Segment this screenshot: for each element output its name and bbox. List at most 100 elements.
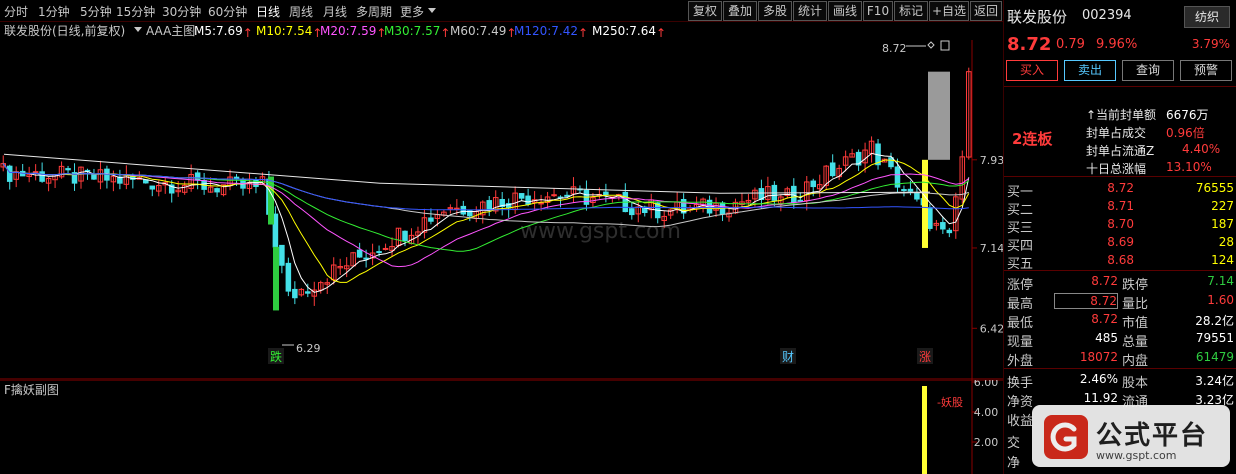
price-change: 0.79 — [1056, 37, 1085, 52]
candle-body — [32, 171, 39, 174]
price-tick-label: 6.42 — [980, 322, 1003, 335]
bid-volume: 28 — [1218, 235, 1234, 249]
tab-more[interactable]: 更多 — [400, 4, 424, 20]
sell-button[interactable]: 卖出 — [1064, 60, 1116, 81]
sector-badge[interactable]: 纺织 — [1184, 6, 1230, 28]
brand-watermark: 公式平台 www.gspt.com — [1032, 405, 1230, 467]
price-tick-label: 7.93 — [980, 154, 1003, 167]
candle-body — [376, 251, 382, 254]
candle-body — [518, 193, 525, 199]
stock-code: 002394 — [1082, 8, 1132, 23]
subchart-background — [0, 380, 1003, 474]
bid-price: 8.68 — [1107, 253, 1134, 267]
limit-up-bar — [922, 159, 928, 248]
footer-label-2: 净 — [1007, 456, 1021, 471]
bid-price: 8.69 — [1107, 235, 1134, 249]
ma-value-4: M60:7.49 ↑ — [450, 24, 517, 40]
indicator-info-line: 联发股份(日线,前复权) AAA主图 M5:7.69 ↑ M10:7.54 ↑ M20:… — [0, 22, 972, 40]
quote-panel: 联发股份 002394 纺织 8.72 0.79 9.96% 3.79% 买入 … — [1003, 0, 1236, 474]
high-marker-label: 8.72 — [882, 42, 907, 55]
stat-value: 7.14 — [1207, 274, 1234, 288]
bid-volume: 227 — [1211, 199, 1234, 213]
ma-value-1: M10:7.54 ↑ — [256, 24, 323, 40]
candle-body — [279, 244, 285, 266]
price-tick-label: 7.14 — [980, 242, 1003, 255]
board-tag: 2连板 — [1012, 130, 1053, 148]
bid-price: 8.70 — [1107, 217, 1134, 231]
bid-price: 8.72 — [1107, 181, 1134, 195]
ma-value-3: M30:7.57 ↑ — [384, 24, 451, 40]
kline-chart[interactable]: 7.937.146.42www.gspt.com 8.726.29跌财涨 — [0, 40, 1003, 380]
footer-label-1: 交 — [1007, 436, 1021, 451]
candle-body — [292, 288, 298, 299]
candle-body — [486, 200, 493, 211]
overlay-button[interactable]: 叠加 — [723, 1, 757, 21]
tab-1min[interactable]: 1分钟 — [38, 4, 70, 20]
tab-5min[interactable]: 5分钟 — [80, 4, 112, 20]
stat-label: 外盘 — [1007, 354, 1034, 369]
limit-stat-label: 封单占成交 — [1086, 126, 1147, 140]
bid-book: 买一 8.72 76555 买二 8.71 227 买三 8.70 187 买四 8.69 28 买五 8… — [1004, 179, 1236, 272]
candle-body — [285, 262, 292, 292]
candle-body — [829, 162, 836, 177]
limit-stat-value: 6676万 — [1166, 108, 1209, 122]
tab-daily[interactable]: 日线 — [256, 4, 280, 20]
brand-logo-icon — [1044, 415, 1088, 459]
indicator-name[interactable]: AAA主图 — [146, 24, 195, 38]
mark-button[interactable]: 标记 — [894, 1, 928, 21]
statistics-button[interactable]: 统计 — [793, 1, 827, 21]
tab-weekly[interactable]: 周线 — [289, 4, 313, 20]
stat-label: 总量 — [1122, 335, 1149, 350]
price-range-box — [928, 71, 950, 160]
stat-value: 61479 — [1195, 350, 1234, 364]
tab-30min[interactable]: 30分钟 — [162, 4, 201, 20]
limit-up-stats: 2连板 ↑当前封单额 6676万 封单占成交 0.96倍 封单占流通Z 4.40% 十日总涨… — [1004, 90, 1236, 176]
candle-body — [927, 207, 933, 229]
stat-label: 跌停 — [1122, 278, 1149, 293]
tab-multi-period[interactable]: 多周期 — [356, 4, 392, 20]
candle-body — [603, 191, 609, 196]
buy-button[interactable]: 买入 — [1006, 60, 1058, 81]
candle-body — [428, 217, 434, 222]
stat-value: 8.72 — [1091, 274, 1118, 288]
limit-stat-label: 封单占流通Z — [1086, 144, 1155, 158]
period-toolbar: 分时 1分钟 5分钟 15分钟 30分钟 60分钟 日线 周线 月线 多周期 更… — [0, 0, 1003, 22]
signal-text: -妖股 — [937, 395, 963, 409]
bid-level-label: 买四 — [1007, 239, 1034, 254]
tab-monthly[interactable]: 月线 — [323, 4, 347, 20]
limit-stat-label: ↑当前封单额 — [1086, 108, 1157, 122]
alert-button[interactable]: 预警 — [1180, 60, 1232, 81]
f10-button[interactable]: F10 — [863, 1, 893, 21]
candle-body — [901, 189, 907, 192]
stat-label: 量比 — [1122, 297, 1149, 312]
event-marker-2: 涨 — [919, 349, 931, 364]
draw-line-button[interactable]: 画线 — [828, 1, 862, 21]
back-button[interactable]: 返回 — [970, 1, 1002, 21]
tab-15min[interactable]: 15分钟 — [116, 4, 155, 20]
stock-name: 联发股份 — [1007, 8, 1068, 26]
candle-body — [564, 194, 570, 197]
multi-stock-button[interactable]: 多股 — [758, 1, 792, 21]
candle-body — [149, 185, 156, 190]
candle-body — [791, 185, 797, 203]
candle-body — [65, 168, 71, 171]
chart-stock-label: 联发股份(日线,前复权) — [4, 24, 126, 38]
candle-body — [940, 222, 946, 230]
candle-body — [907, 188, 914, 192]
ma-value-5: M120:7.42 ↑ — [514, 24, 589, 40]
query-button[interactable]: 查询 — [1122, 60, 1174, 81]
tab-timeshare[interactable]: 分时 — [4, 4, 28, 20]
adjust-button[interactable]: 复权 — [688, 1, 722, 21]
indicator-dropdown-icon[interactable] — [134, 27, 142, 32]
limit-stat-label: 十日总涨幅 — [1086, 162, 1147, 176]
bid-volume: 124 — [1211, 253, 1234, 267]
stat-label: 涨停 — [1007, 278, 1034, 293]
sub-indicator-chart[interactable]: F擒妖副图 6.00 4.00 2.00 -妖股 — [0, 380, 1003, 474]
sub-tick-label: 2.00 — [974, 436, 999, 449]
stat-value: 2.46% — [1079, 372, 1118, 386]
tab-60min[interactable]: 60分钟 — [208, 4, 247, 20]
stat-label: 股本 — [1122, 376, 1149, 391]
candle-body — [6, 165, 13, 182]
low-marker-label: 6.29 — [296, 342, 321, 355]
add-watchlist-button[interactable]: +自选 — [929, 1, 969, 21]
